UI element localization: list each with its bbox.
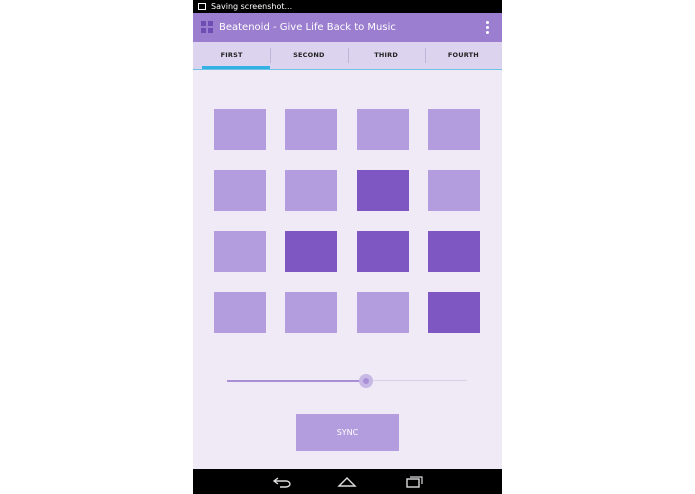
pad-r4-c1[interactable] <box>214 292 266 333</box>
status-notification-text: Saving screenshot... <box>211 2 293 11</box>
image-icon <box>198 3 206 10</box>
device-screen: Saving screenshot... Beatenoid - Give Li… <box>193 0 502 494</box>
overflow-menu-icon[interactable] <box>486 21 490 35</box>
tab-second[interactable]: SECOND <box>270 42 347 69</box>
slider-thumb[interactable] <box>359 374 374 388</box>
pad-r4-c2[interactable] <box>285 292 337 333</box>
tab-bar: FIRST SECOND THIRD FOURTH <box>193 42 502 70</box>
pad-r1-c4[interactable] <box>428 109 480 150</box>
pad-r1-c3[interactable] <box>357 109 409 150</box>
pad-r2-c2[interactable] <box>285 170 337 211</box>
pad-r4-c3[interactable] <box>357 292 409 333</box>
tab-first[interactable]: FIRST <box>193 42 271 69</box>
pad-r2-c4[interactable] <box>428 170 480 211</box>
pad-r3-c3[interactable] <box>357 231 409 272</box>
back-icon[interactable] <box>272 475 292 488</box>
app-title: Beatenoid - Give Life Back to Music <box>219 22 396 33</box>
tab-third[interactable]: THIRD <box>347 42 425 69</box>
navigation-bar <box>193 469 502 494</box>
slider-track-empty[interactable] <box>366 380 467 381</box>
pad-r3-c4[interactable] <box>428 231 480 272</box>
sync-button[interactable]: SYNC <box>296 414 399 451</box>
pad-r2-c1[interactable] <box>214 170 266 211</box>
status-bar: Saving screenshot... <box>193 0 502 13</box>
pad-r1-c2[interactable] <box>285 109 337 150</box>
home-icon[interactable] <box>337 475 357 488</box>
grid-icon <box>201 21 214 34</box>
slider-track-filled[interactable] <box>227 380 367 382</box>
pad-r3-c1[interactable] <box>214 231 266 272</box>
pad-r1-c1[interactable] <box>214 109 266 150</box>
app-bar: Beatenoid - Give Life Back to Music <box>193 13 502 42</box>
pad-r2-c3[interactable] <box>357 170 409 211</box>
tab-fourth[interactable]: FOURTH <box>424 42 502 69</box>
recents-icon[interactable] <box>404 475 424 488</box>
pad-r4-c4[interactable] <box>428 292 480 333</box>
pad-r3-c2[interactable] <box>285 231 337 272</box>
